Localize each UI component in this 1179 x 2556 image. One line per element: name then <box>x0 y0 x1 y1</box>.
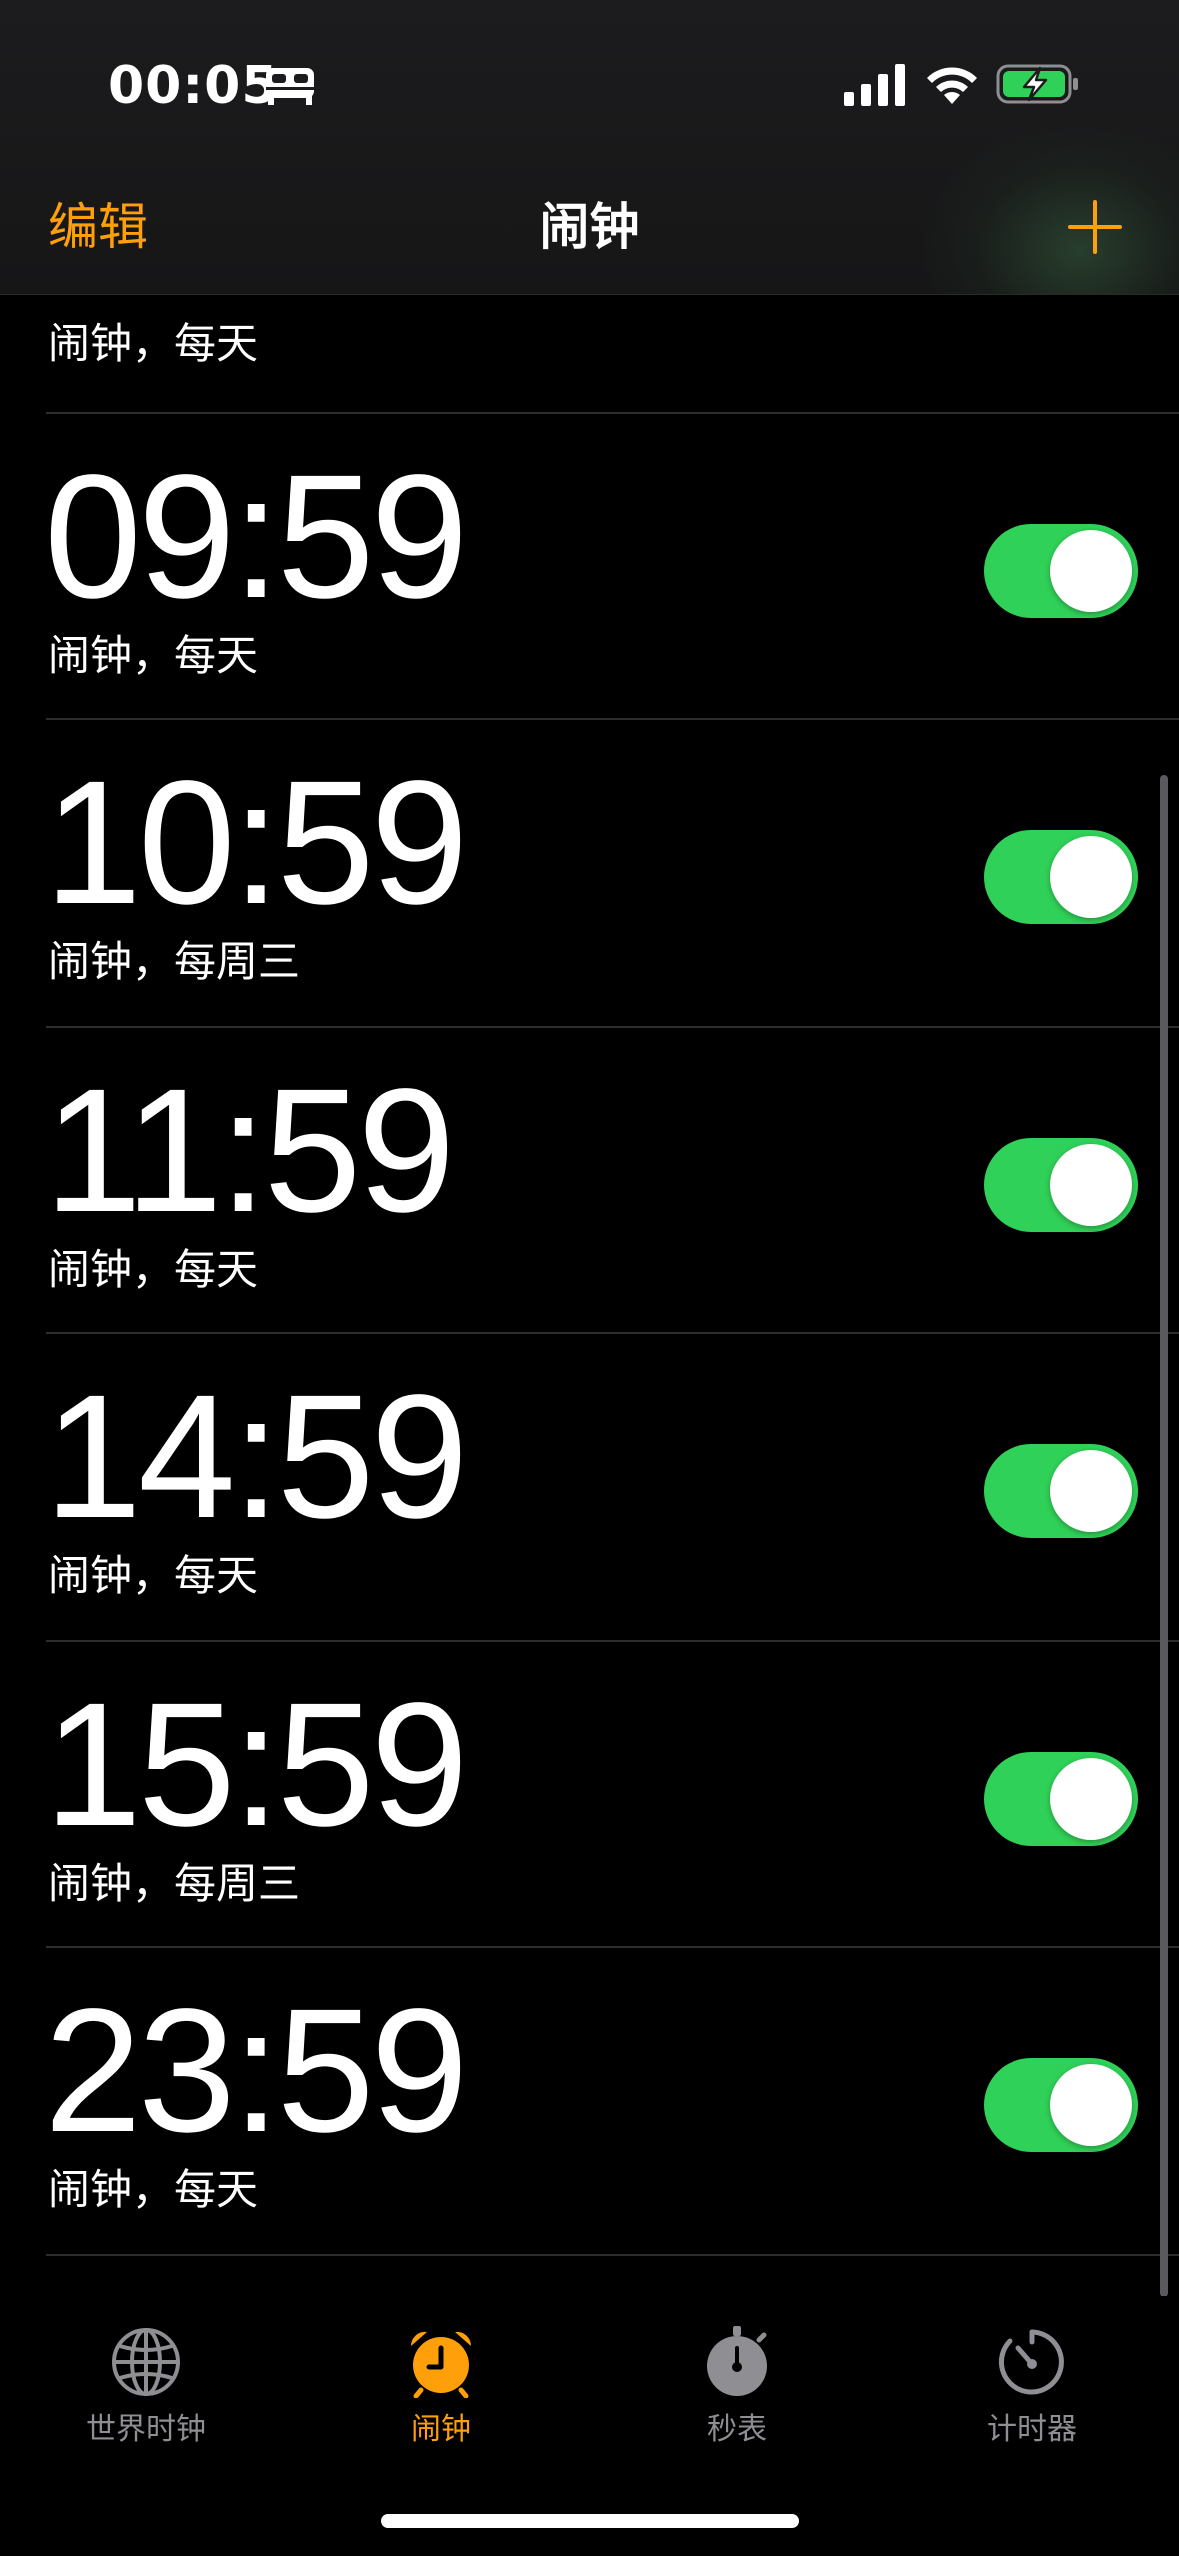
toggle-knob <box>1050 530 1132 612</box>
alarm-time: 23:59 <box>44 1973 468 2169</box>
alarm-time: 10:59 <box>44 745 468 941</box>
tab-stopwatch[interactable]: 秒表 <box>617 2326 857 2476</box>
wifi-icon <box>927 67 977 104</box>
stopwatch-icon <box>707 2326 767 2396</box>
battery-charging-icon <box>996 64 1078 104</box>
alarm-row[interactable]: 10:59 闹钟，每周三 <box>0 720 1179 1026</box>
alarm-label: 闹钟，每天 <box>48 631 259 680</box>
tab-timer[interactable]: 计时器 <box>912 2326 1152 2476</box>
alarm-row[interactable]: 23:59 闹钟，每天 <box>0 1948 1179 2254</box>
alarm-toggle[interactable] <box>984 524 1138 618</box>
alarm-toggle[interactable] <box>984 1752 1138 1846</box>
toggle-knob <box>1050 836 1132 918</box>
page-title: 闹钟 <box>539 198 640 256</box>
alarm-time: 09:59 <box>44 439 468 635</box>
alarm-label: 闹钟，每周三 <box>48 937 301 986</box>
alarm-row[interactable]: 14:59 闹钟，每天 <box>0 1334 1179 1640</box>
tab-label: 世界时钟 <box>86 2412 206 2447</box>
tab-label: 计时器 <box>987 2412 1077 2447</box>
bed-icon <box>266 68 314 105</box>
toggle-knob <box>1050 1144 1132 1226</box>
alarm-row[interactable]: 09:59 闹钟，每天 <box>0 414 1179 720</box>
alarm-toggle[interactable] <box>984 830 1138 924</box>
alarm-label: 闹钟，每天 <box>48 1245 259 1294</box>
alarm-label: 闹钟，每天 <box>48 2165 259 2214</box>
globe-icon <box>112 2328 180 2396</box>
toggle-knob <box>1050 1758 1132 1840</box>
clock-app-screen: 00:05 编辑 闹钟 闹钟，每天 09:59 闹钟，每天 10:59 闹钟，每… <box>0 0 1179 2556</box>
alarm-toggle[interactable] <box>984 1138 1138 1232</box>
scrollbar[interactable] <box>1160 775 1168 2297</box>
alarm-label: 闹钟，每天 <box>48 1551 259 1600</box>
alarm-time: 15:59 <box>44 1667 468 1863</box>
header-bar: 00:05 编辑 闹钟 <box>0 0 1179 295</box>
plus-icon[interactable] <box>1066 198 1124 256</box>
alarm-time: 11:59 <box>44 1053 455 1249</box>
alarm-label-partial: 闹钟，每天 <box>48 319 259 368</box>
alarm-time: 14:59 <box>44 1359 468 1555</box>
home-indicator[interactable] <box>381 2514 799 2528</box>
timer-icon <box>998 2329 1064 2395</box>
tab-label: 闹钟 <box>411 2412 471 2447</box>
alarm-row[interactable]: 15:59 闹钟，每周三 <box>0 1642 1179 1948</box>
tab-label: 秒表 <box>707 2412 767 2447</box>
toggle-knob <box>1050 2064 1132 2146</box>
tab-alarm[interactable]: 闹钟 <box>321 2326 561 2476</box>
toggle-knob <box>1050 1450 1132 1532</box>
alarm-row[interactable]: 11:59 闹钟，每天 <box>0 1028 1179 1334</box>
cellular-signal-icon <box>844 64 905 106</box>
alarm-toggle[interactable] <box>984 2058 1138 2152</box>
row-divider <box>46 2254 1179 2256</box>
alarm-label: 闹钟，每周三 <box>48 1859 301 1908</box>
alarm-toggle[interactable] <box>984 1444 1138 1538</box>
status-bar-time: 00:05 <box>108 56 279 116</box>
tab-world-clock[interactable]: 世界时钟 <box>26 2326 266 2476</box>
alarm-clock-icon <box>410 2331 472 2398</box>
